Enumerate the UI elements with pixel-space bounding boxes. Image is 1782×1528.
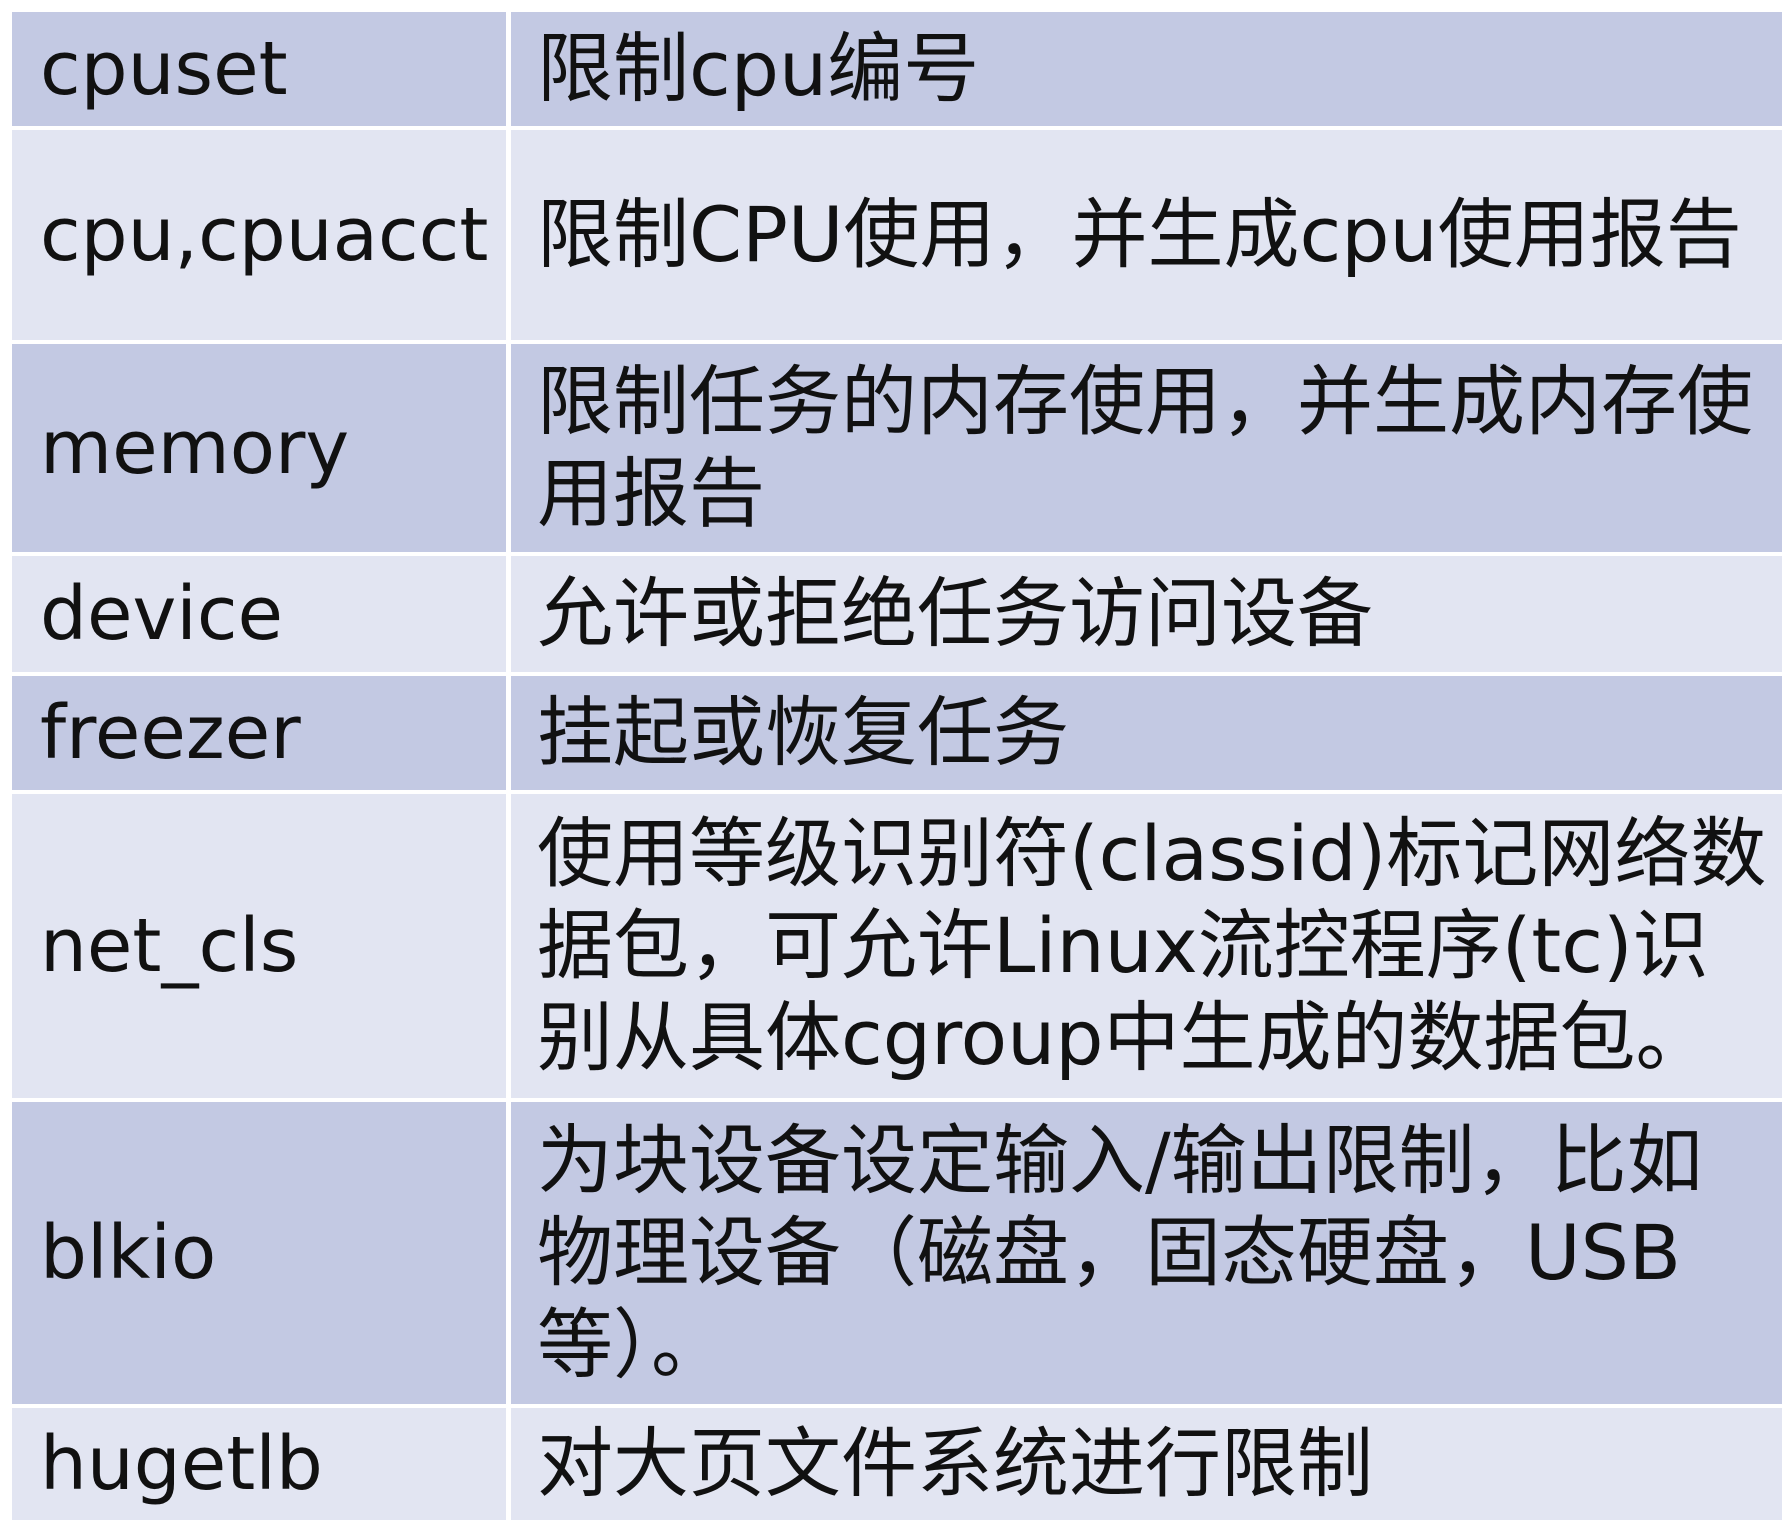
cgroup-subsystems-table: cpuset 限制cpu编号 cpu,cpuacct 限制CPU使用，并生成cp… — [12, 12, 1782, 1524]
subsystem-description-cell: 对大页文件系统进行限制 — [537, 1419, 1373, 1508]
subsystem-name-cell: cpu,cpuacct — [12, 130, 511, 340]
subsystem-name-cell: memory — [12, 344, 511, 552]
subsystem-description-cell: 挂起或恢复任务 — [537, 688, 1069, 777]
subsystem-description-cell: 为块设备设定输入/输出限制，比如物理设备（磁盘，固态硬盘，USB等）。 — [537, 1116, 1703, 1389]
table-row: freezer 挂起或恢复任务 — [12, 676, 1782, 794]
table-row: device 允许或拒绝任务访问设备 — [12, 556, 1782, 676]
subsystem-description-cell: 限制CPU使用，并生成cpu使用报告 — [537, 190, 1742, 279]
subsystem-name-cell: device — [12, 556, 511, 672]
subsystem-description-cell: 限制cpu编号 — [537, 24, 980, 113]
table-row: cpu,cpuacct 限制CPU使用，并生成cpu使用报告 — [12, 130, 1782, 344]
subsystem-name-cell: net_cls — [12, 794, 511, 1098]
subsystem-description-cell: 限制任务的内存使用，并生成内存使用报告 — [537, 357, 1753, 538]
subsystem-description-cell: 使用等级识别符(classid)标记网络数据包，可允许Linux流控程序(tc)… — [537, 809, 1767, 1082]
subsystem-name-cell: blkio — [12, 1102, 511, 1404]
table-row: cpuset 限制cpu编号 — [12, 12, 1782, 130]
table-row: net_cls 使用等级识别符(classid)标记网络数据包，可允许Linux… — [12, 794, 1782, 1102]
subsystem-name-cell: cpuset — [12, 12, 511, 126]
subsystem-name-cell: hugetlb — [12, 1408, 511, 1520]
subsystem-description-cell: 允许或拒绝任务访问设备 — [537, 569, 1373, 658]
table-row: memory 限制任务的内存使用，并生成内存使用报告 — [12, 344, 1782, 556]
table-row: hugetlb 对大页文件系统进行限制 — [12, 1408, 1782, 1524]
table-row: blkio 为块设备设定输入/输出限制，比如物理设备（磁盘，固态硬盘，USB等）… — [12, 1102, 1782, 1408]
subsystem-name-cell: freezer — [12, 676, 511, 790]
